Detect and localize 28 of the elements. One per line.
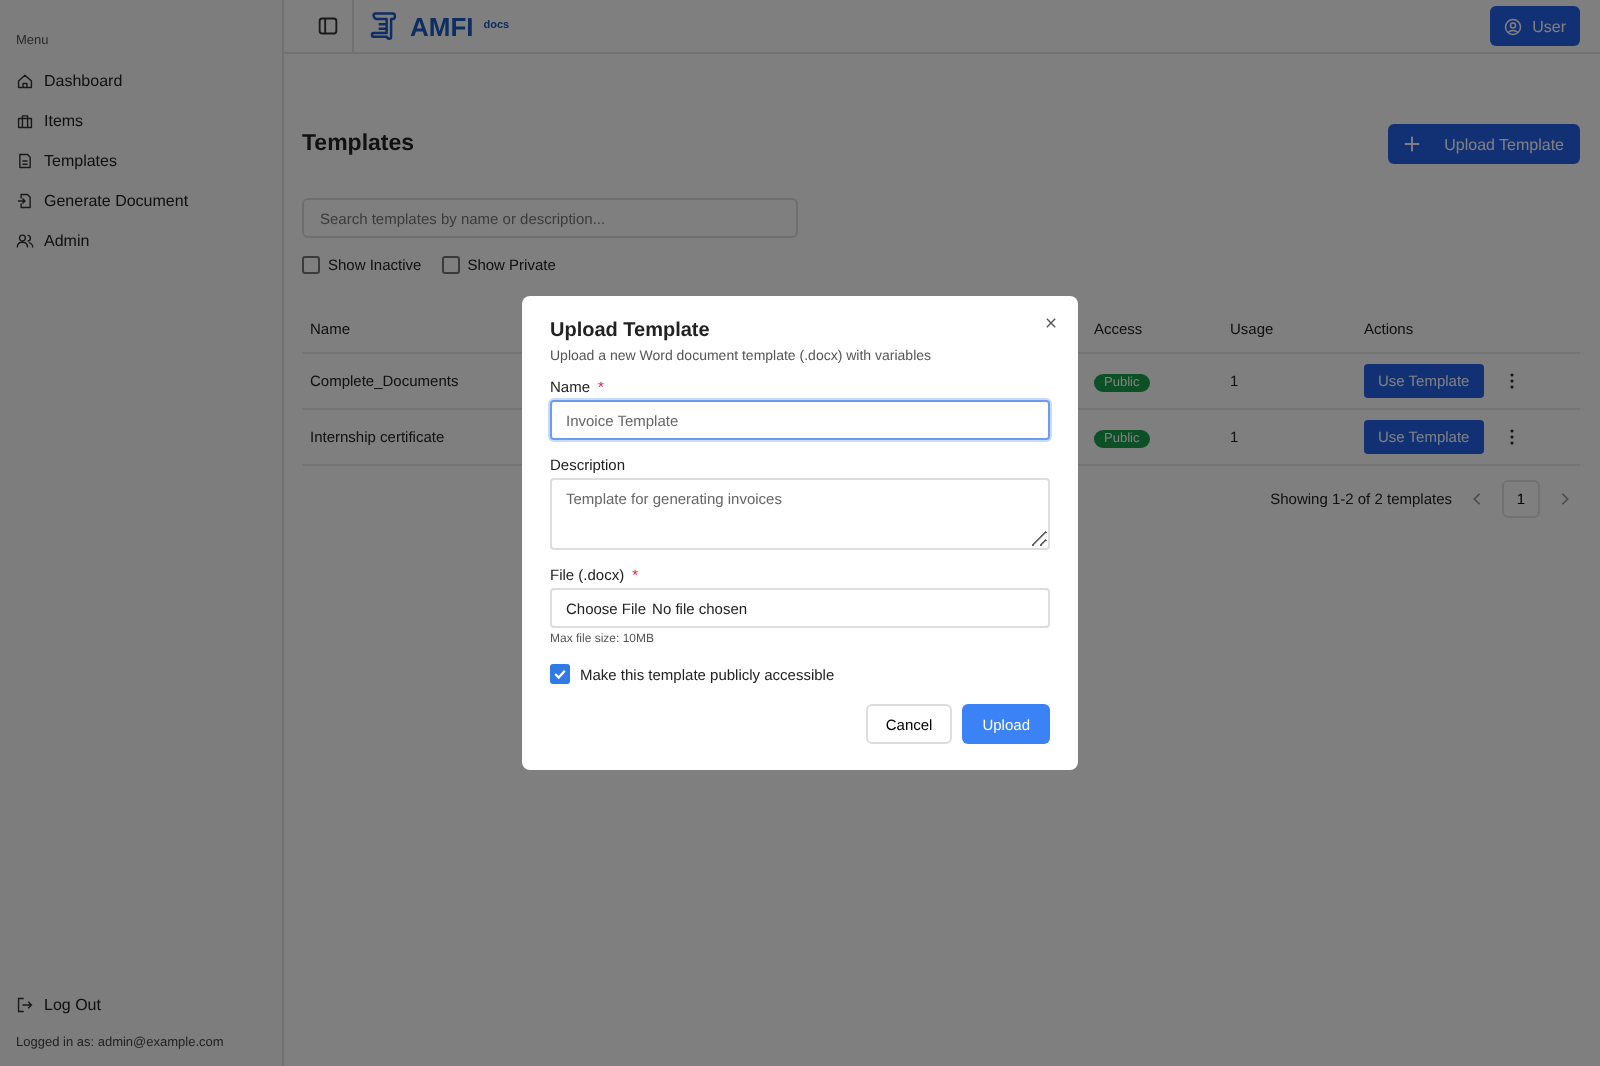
- sidebar-item[interactable]: Dashboard: [16, 60, 282, 100]
- checkbox[interactable]: [441, 256, 460, 274]
- home-icon: [16, 71, 34, 89]
- close-icon[interactable]: [1044, 316, 1058, 330]
- document-icon: [16, 151, 34, 169]
- page-title: Templates: [302, 132, 415, 156]
- sidebar-item[interactable]: Templates: [16, 140, 282, 180]
- sidebar-item[interactable]: Admin: [16, 220, 282, 260]
- logout-link[interactable]: Log Out: [16, 984, 282, 1024]
- user-button[interactable]: User: [1490, 6, 1580, 46]
- sidebar-item[interactable]: Generate Document: [16, 180, 282, 220]
- document-import-icon: [16, 191, 34, 209]
- user-icon: [1504, 17, 1523, 35]
- dialog-title: Upload Template: [550, 320, 712, 342]
- briefcase-icon: [16, 111, 34, 129]
- checkbox[interactable]: [550, 664, 570, 684]
- checkbox[interactable]: [302, 256, 320, 274]
- logo-text: AMFI: [410, 11, 474, 41]
- plus-icon: [1404, 136, 1421, 152]
- users-icon: [16, 231, 34, 249]
- sidebar-item[interactable]: Items: [16, 100, 282, 140]
- scroll-logo-icon: [368, 10, 400, 42]
- logout-icon: [16, 995, 34, 1013]
- more-options-icon[interactable]: [1507, 372, 1516, 390]
- previous-page-icon[interactable]: [1470, 490, 1484, 508]
- next-page-icon[interactable]: [1558, 490, 1572, 508]
- more-options-icon[interactable]: [1507, 428, 1516, 446]
- upload-template-button[interactable]: Upload Template: [1388, 124, 1580, 164]
